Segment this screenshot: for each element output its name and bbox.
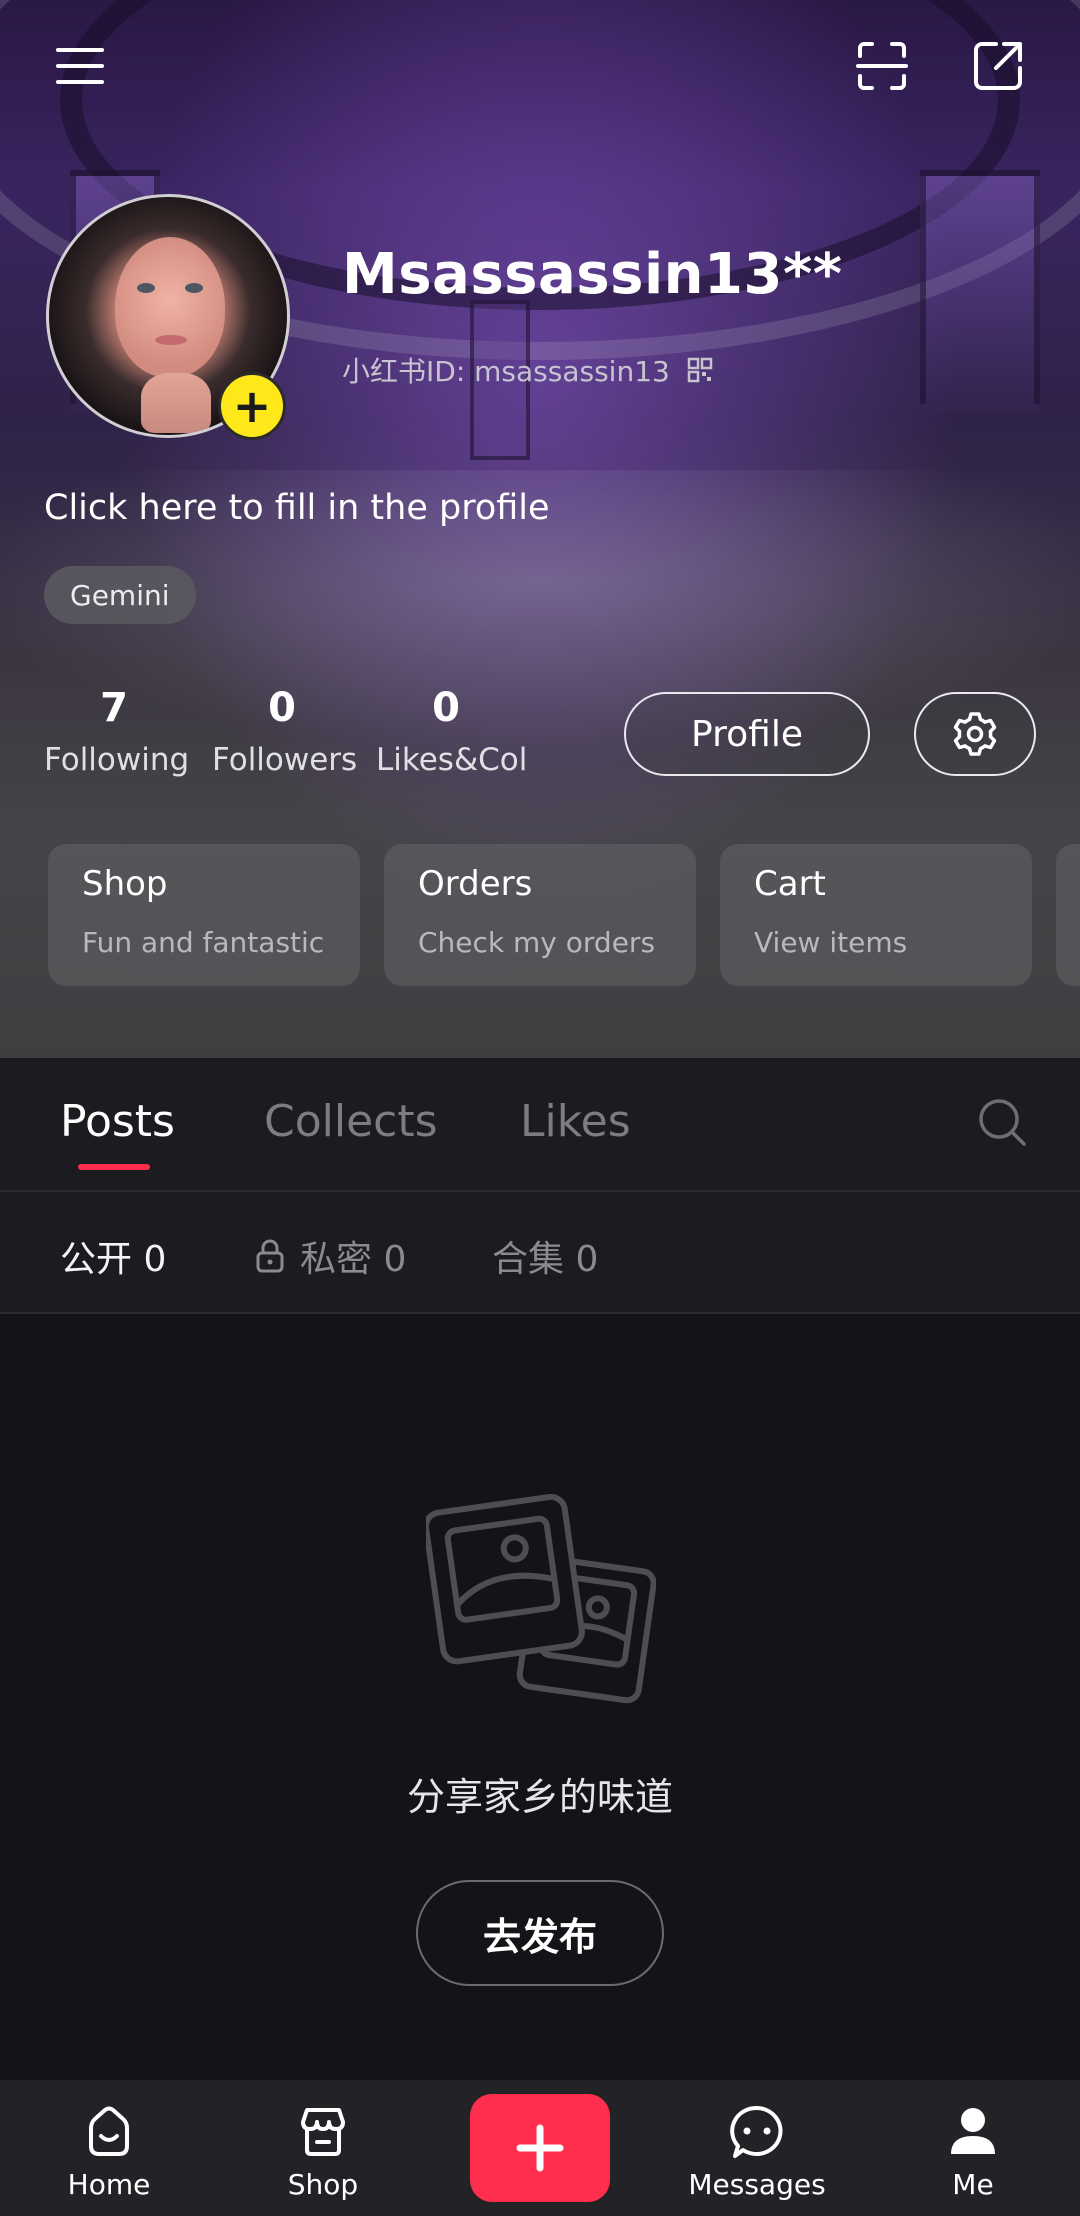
photos-illustration-icon: [426, 1494, 656, 1704]
avatar-image: [185, 283, 203, 293]
avatar-image: [141, 373, 211, 433]
stat-likes-collects[interactable]: 0 Likes&Col: [376, 684, 528, 778]
publish-button[interactable]: 去发布: [416, 1880, 664, 1986]
cart-card[interactable]: Cart View items: [720, 844, 1032, 986]
card-title: Shop: [82, 864, 168, 904]
avatar-image: [137, 283, 155, 293]
shop-icon: [301, 2108, 345, 2156]
menu-icon[interactable]: [50, 36, 110, 96]
stat-value: 7: [100, 685, 128, 731]
nav-me[interactable]: Me: [898, 2102, 1048, 2201]
empty-state-message: 分享家乡的味道: [406, 1775, 673, 1819]
scan-icon[interactable]: [852, 36, 912, 96]
stat-value: 0: [268, 685, 296, 731]
tab-likes[interactable]: Likes: [520, 1096, 631, 1147]
messages-icon: [730, 2105, 783, 2158]
search-icon[interactable]: [974, 1094, 1030, 1150]
content-tabs: Posts Collects Likes: [0, 1058, 1080, 1192]
stat-label: Following: [44, 742, 190, 778]
lock-icon: [256, 1239, 284, 1273]
subtab-label: 公开 0: [60, 1239, 167, 1280]
visibility-filter: 公开 0 私密 0 合集 0: [0, 1192, 1080, 1314]
tab-collects[interactable]: Collects: [264, 1096, 438, 1147]
card-subtitle: View items: [754, 926, 908, 959]
nav-label: Shop: [287, 2168, 359, 2201]
qr-code-icon[interactable]: [686, 356, 714, 384]
nav-label: Me: [952, 2168, 994, 2201]
edit-profile-button[interactable]: Profile: [624, 692, 870, 776]
user-id-label: 小红书ID: msassassin13: [342, 355, 670, 388]
user-id-row[interactable]: 小红书ID: msassassin13: [342, 350, 714, 390]
active-tab-indicator: [78, 1164, 150, 1170]
subtab-label: 合集 0: [492, 1239, 599, 1280]
card-title: Orders: [418, 864, 533, 904]
stat-followers[interactable]: 0 Followers: [212, 684, 358, 778]
stat-label: Followers: [212, 742, 358, 778]
stat-following[interactable]: 7 Following: [44, 684, 190, 778]
username: Msassassin13**: [342, 242, 843, 307]
avatar-image: [155, 335, 187, 345]
orders-card[interactable]: Orders Check my orders: [384, 844, 696, 986]
nav-label: Messages: [688, 2168, 826, 2201]
settings-button[interactable]: [914, 692, 1036, 776]
gear-icon: [953, 712, 997, 756]
stat-label: Likes&Col: [376, 742, 528, 778]
add-icon: [516, 2124, 564, 2172]
shop-card[interactable]: Shop Fun and fantastic: [48, 844, 360, 986]
tab-posts[interactable]: Posts: [60, 1096, 175, 1147]
add-avatar-button[interactable]: +: [218, 372, 286, 440]
home-icon: [89, 2106, 129, 2156]
share-icon[interactable]: [968, 36, 1028, 96]
subtab-collections[interactable]: 合集 0: [492, 1230, 598, 1282]
stat-value: 0: [432, 685, 460, 731]
profile-bio[interactable]: Click here to fill in the profile: [44, 488, 550, 528]
nav-messages[interactable]: Messages: [682, 2102, 832, 2201]
nav-shop[interactable]: Shop: [248, 2102, 398, 2201]
zodiac-tag[interactable]: Gemini: [44, 566, 196, 624]
subtab-public[interactable]: 公开 0: [60, 1230, 166, 1282]
card-subtitle: Fun and fantastic: [82, 926, 325, 959]
background-art: [920, 170, 1040, 410]
avatar-image: [115, 237, 225, 377]
card-title: Cart: [754, 864, 826, 904]
card-subtitle: Check my orders: [418, 926, 656, 959]
subtab-private[interactable]: 私密 0: [252, 1230, 406, 1282]
next-card-peek[interactable]: [1056, 844, 1080, 986]
nav-home[interactable]: Home: [34, 2102, 184, 2201]
create-post-button[interactable]: [470, 2094, 610, 2202]
person-icon: [951, 2108, 995, 2154]
nav-label: Home: [67, 2168, 151, 2201]
subtab-label: 私密 0: [300, 1239, 407, 1280]
